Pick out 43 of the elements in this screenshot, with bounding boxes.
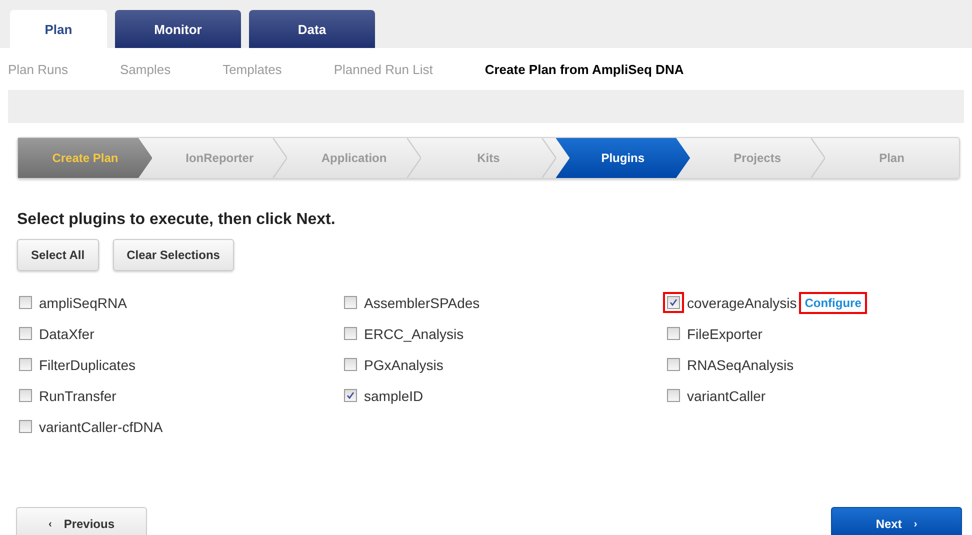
plugin-label: ERCC_Analysis (364, 326, 464, 342)
plugin-label: FileExporter (687, 326, 762, 342)
wizard-step[interactable]: Plan (824, 138, 959, 178)
nav-tab[interactable]: Plan (10, 10, 107, 48)
plugin-checkbox[interactable] (344, 389, 357, 402)
next-button[interactable]: Next › (831, 507, 962, 535)
plugin-label: PGxAnalysis (364, 356, 444, 372)
plugin-checkbox[interactable] (344, 358, 357, 371)
subnav-link[interactable]: Templates (222, 62, 282, 76)
instructions-heading: Select plugins to execute, then click Next. (17, 211, 336, 229)
plugin-label: variantCaller-cfDNA (39, 418, 163, 434)
configure-link[interactable]: Configure (798, 292, 868, 314)
selection-button[interactable]: Clear Selections (112, 239, 234, 271)
plugin-checkbox[interactable] (667, 327, 680, 340)
subnav-link[interactable]: Create Plan from AmpliSeq DNA (484, 62, 684, 76)
nav-tab[interactable]: Data (249, 10, 375, 48)
plugin-checkbox[interactable] (344, 296, 357, 309)
plugin-label: RunTransfer (39, 388, 116, 404)
plugin-checkbox[interactable] (667, 296, 680, 309)
plugin-checkbox[interactable] (667, 389, 680, 402)
plugin-checkbox[interactable] (344, 327, 357, 340)
plugin-checkbox[interactable] (19, 420, 32, 433)
subnav-link[interactable]: Planned Run List (334, 62, 433, 76)
plugin-label: FilterDuplicates (39, 356, 136, 372)
plugin-label: sampleID (364, 388, 424, 404)
plugin-checkbox[interactable] (19, 389, 32, 402)
plugin-checkbox[interactable] (19, 327, 32, 340)
plugin-label: coverageAnalysis (687, 294, 797, 310)
plugin-label: ampliSeqRNA (39, 294, 127, 310)
nav-tab[interactable]: Monitor (115, 10, 241, 48)
plugin-checkbox[interactable] (667, 358, 680, 371)
selection-button[interactable]: Select All (17, 239, 99, 271)
plugin-checkbox[interactable] (19, 358, 32, 371)
wizard-step[interactable]: Create Plan (18, 138, 152, 178)
plugin-label: DataXfer (39, 326, 94, 342)
plugin-label: AssemblerSPAdes (364, 294, 480, 310)
plugin-checkbox[interactable] (19, 296, 32, 309)
previous-button[interactable]: ‹ Previous (16, 507, 147, 535)
subnav-link[interactable]: Plan Runs (8, 62, 68, 76)
subnav-link[interactable]: Samples (120, 62, 171, 76)
wizard-step[interactable]: Plugins (556, 138, 690, 178)
plugin-label: RNASeqAnalysis (687, 356, 794, 372)
plugin-label: variantCaller (687, 388, 766, 404)
